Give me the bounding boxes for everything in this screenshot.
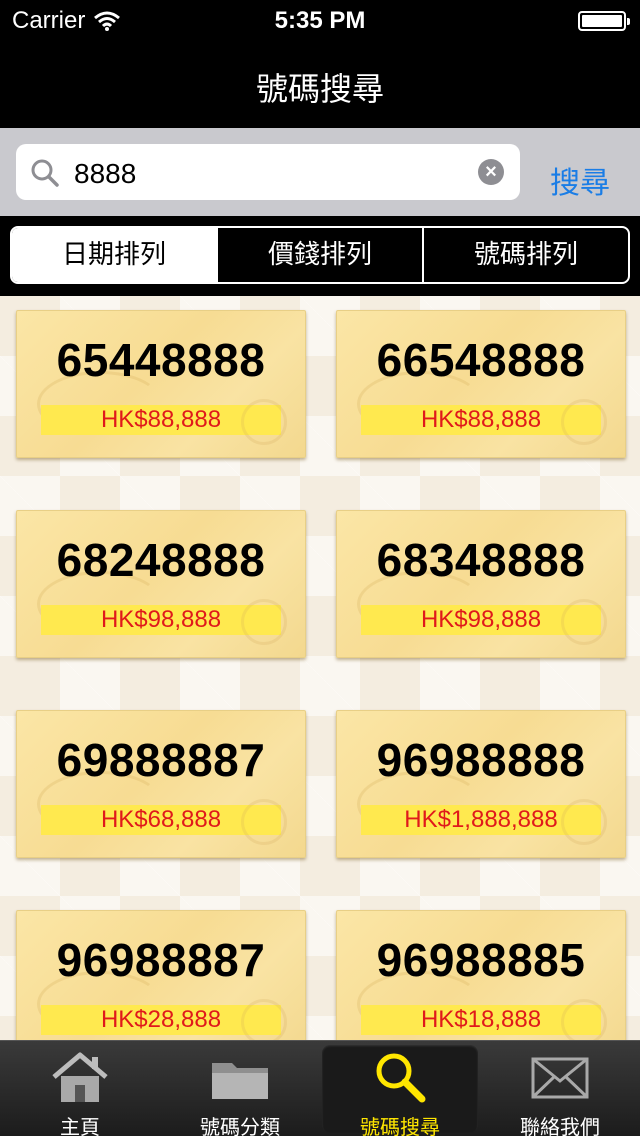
tab-categories-label: 號碼分類 [200,1115,280,1136]
card-price: HK$88,888 [41,405,281,435]
folder-icon [212,1063,268,1099]
search-icon [376,1053,426,1103]
card-number: 68248888 [56,534,266,586]
battery-icon [578,11,630,31]
home-icon [52,1052,108,1102]
card-price: HK$1,888,888 [361,805,601,835]
card-number: 96988885 [376,934,586,986]
card-number: 69888887 [56,734,266,786]
number-card[interactable]: 96988885 HK$18,888 [336,910,626,1040]
sort-bar: 日期排列 價錢排列 號碼排列 [0,216,640,296]
card-number: 96988887 [56,934,266,986]
number-card[interactable]: 96988887 HK$28,888 [16,910,306,1040]
tab-search-label: 號碼搜尋 [360,1115,440,1136]
search-input[interactable]: 8888 × [16,144,520,200]
page-title: 號碼搜尋 [255,70,384,108]
card-price: HK$98,888 [41,605,281,635]
tab-home[interactable]: 主頁 [0,1041,160,1136]
search-bar: 8888 × 搜尋 [0,128,640,216]
tab-search[interactable]: 號碼搜尋 [320,1041,480,1136]
number-card[interactable]: 68248888 HK$98,888 [16,510,306,658]
sort-tab-number[interactable]: 號碼排列 [422,228,628,282]
sort-tab-price[interactable]: 價錢排列 [216,228,422,282]
tab-categories[interactable]: 號碼分類 [160,1041,320,1136]
tab-contact-label: 聯絡我們 [520,1115,600,1136]
magnifier-icon [31,159,59,187]
card-price: HK$98,888 [361,605,601,635]
card-price: HK$68,888 [41,805,281,835]
number-card[interactable]: 65448888 HK$88,888 [16,310,306,458]
tab-bar: 主頁 號碼分類 號碼搜尋 聯絡我們 [0,1040,640,1136]
card-price: HK$18,888 [361,1005,601,1035]
card-price: HK$28,888 [41,1005,281,1035]
status-bar: Carrier 5:35 PM [0,0,640,40]
tab-home-label: 主頁 [60,1115,100,1136]
tab-contact[interactable]: 聯絡我們 [480,1041,640,1136]
number-card[interactable]: 69888887 HK$68,888 [16,710,306,858]
search-input-value: 8888 [74,158,137,189]
mail-icon [531,1057,589,1099]
search-button[interactable]: 搜尋 [550,158,610,202]
clear-icon[interactable]: × [478,159,504,185]
number-card[interactable]: 66548888 HK$88,888 [336,310,626,458]
sort-segmented-control: 日期排列 價錢排列 號碼排列 [10,226,630,284]
sort-tab-date[interactable]: 日期排列 [12,228,216,282]
results-grid: 65448888 HK$88,888 66548888 HK$88,888 68… [0,296,640,1040]
number-card[interactable]: 68348888 HK$98,888 [336,510,626,658]
card-number: 66548888 [376,334,586,386]
card-number: 65448888 [56,334,266,386]
status-time: 5:35 PM [274,7,366,34]
card-number: 96988888 [376,734,586,786]
navigation-bar: 號碼搜尋 [0,40,640,128]
card-number: 68348888 [376,534,586,586]
number-card[interactable]: 96988888 HK$1,888,888 [336,710,626,858]
card-price: HK$88,888 [361,405,601,435]
